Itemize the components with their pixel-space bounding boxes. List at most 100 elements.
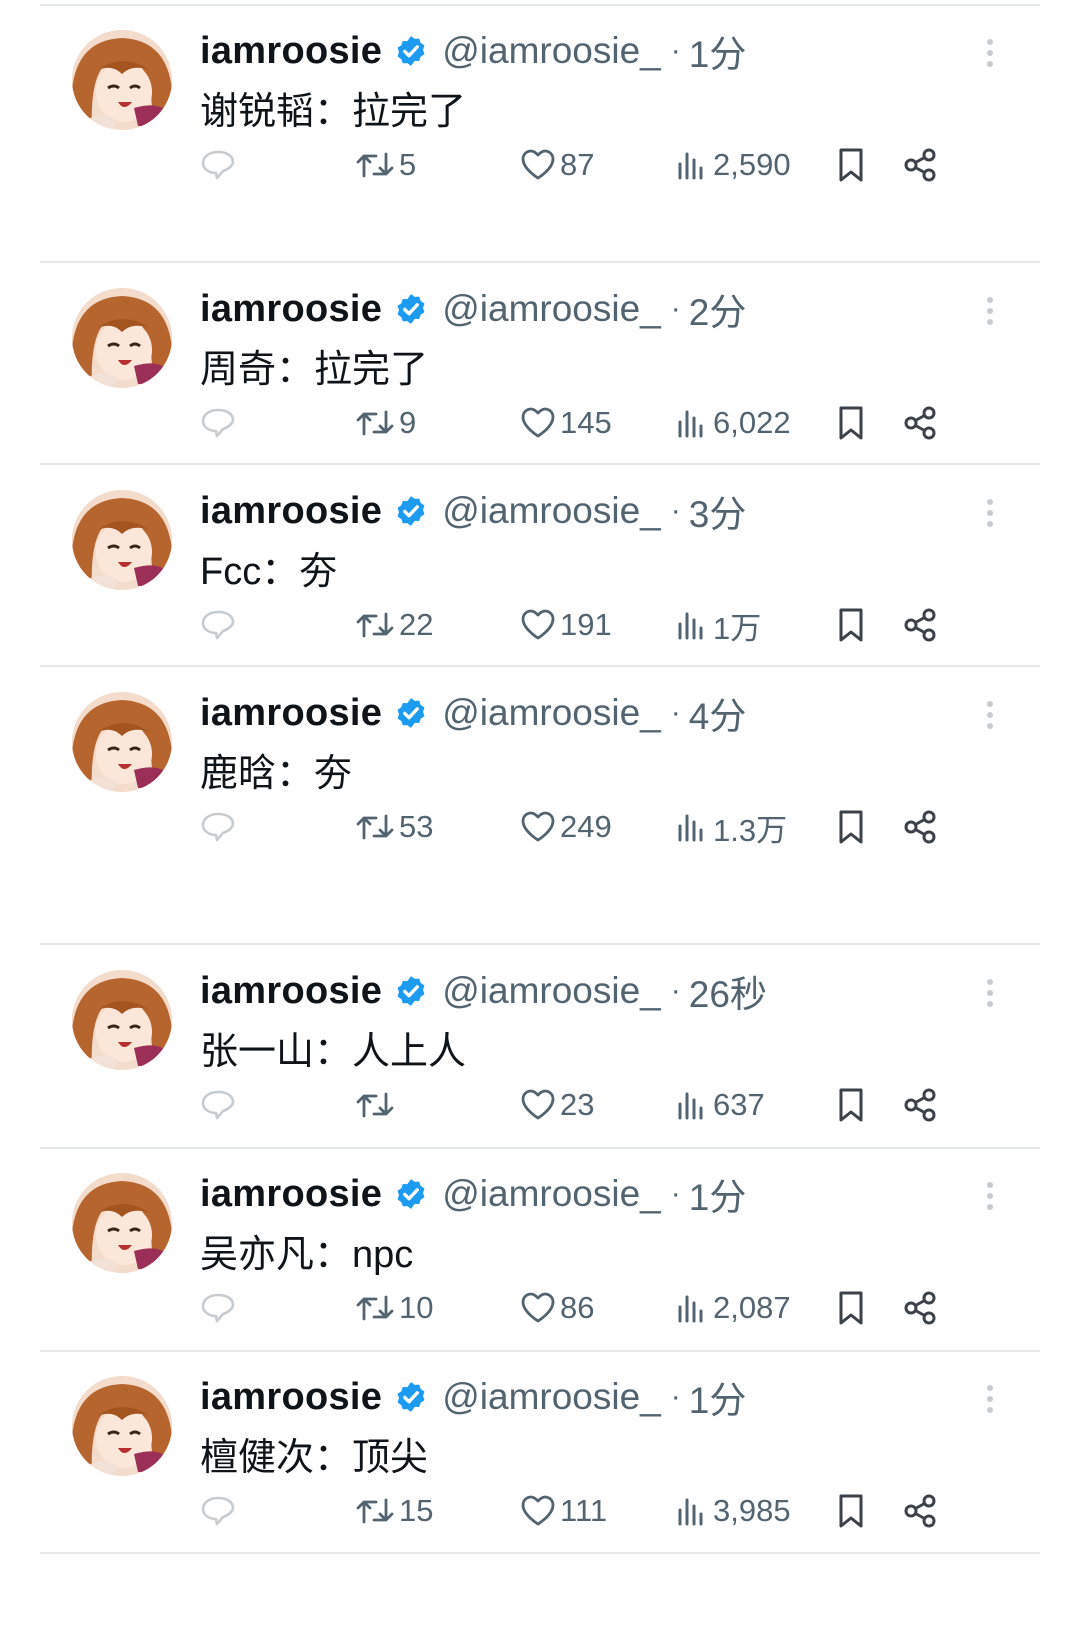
user-handle[interactable]: @iamroosie_ [442, 288, 661, 330]
tweet-text: 檀健次：顶尖 [200, 1437, 429, 1479]
timestamp[interactable]: 26秒 [689, 964, 767, 1018]
more-icon[interactable] [980, 36, 1000, 76]
more-icon[interactable] [980, 1382, 1000, 1422]
timestamp[interactable]: 1分 [689, 1370, 747, 1424]
like-button[interactable]: 23 [520, 1080, 594, 1130]
timestamp[interactable]: 4分 [689, 686, 747, 740]
avatar[interactable] [72, 970, 172, 1070]
avatar[interactable] [72, 490, 172, 590]
user-handle[interactable]: @iamroosie_ [442, 490, 661, 532]
views-button[interactable]: 3,985 [675, 1486, 791, 1536]
retweet-button[interactable]: 9 [355, 398, 416, 448]
share-button[interactable] [902, 802, 938, 852]
reply-button[interactable] [200, 398, 236, 448]
bookmark-button[interactable] [835, 1080, 867, 1130]
user-handle[interactable]: @iamroosie_ [442, 30, 661, 72]
like-button[interactable]: 111 [520, 1486, 607, 1536]
more-icon[interactable] [980, 698, 1000, 738]
retweet-icon [355, 1291, 395, 1325]
tweet-card[interactable]: iamroosie @iamroosie_ · 3分 Fcc：夯 22 191 … [60, 470, 1020, 670]
retweet-button[interactable]: 53 [355, 802, 433, 852]
views-button[interactable]: 637 [675, 1080, 765, 1130]
reply-button[interactable] [200, 1080, 236, 1130]
bookmark-button[interactable] [835, 140, 867, 190]
reply-button[interactable] [200, 802, 236, 852]
retweet-button[interactable]: 22 [355, 600, 433, 650]
share-icon [902, 1493, 938, 1529]
timestamp[interactable]: 2分 [689, 282, 747, 336]
share-button[interactable] [902, 1080, 938, 1130]
bookmark-button[interactable] [835, 398, 867, 448]
bookmark-button[interactable] [835, 802, 867, 852]
timestamp[interactable]: 3分 [689, 484, 747, 538]
like-button[interactable]: 145 [520, 398, 612, 448]
like-button[interactable]: 191 [520, 600, 612, 650]
display-name[interactable]: iamroosie [200, 490, 382, 533]
tweet-card[interactable]: iamroosie @iamroosie_ · 4分 鹿晗：夯 53 249 1… [60, 672, 1020, 872]
retweet-button[interactable]: 10 [355, 1283, 433, 1333]
display-name[interactable]: iamroosie [200, 1173, 382, 1216]
display-name[interactable]: iamroosie [200, 30, 382, 73]
like-button[interactable]: 86 [520, 1283, 594, 1333]
retweet-button[interactable] [355, 1080, 399, 1130]
share-button[interactable] [902, 1283, 938, 1333]
display-name[interactable]: iamroosie [200, 1376, 382, 1419]
more-icon[interactable] [980, 1179, 1000, 1219]
avatar[interactable] [72, 30, 172, 130]
display-name[interactable]: iamroosie [200, 692, 382, 735]
tweet-card[interactable]: iamroosie @iamroosie_ · 1分 谢锐韬：拉完了 5 87 … [60, 10, 1020, 210]
tweet-card[interactable]: iamroosie @iamroosie_ · 1分 吴亦凡：npc 10 86… [60, 1153, 1020, 1353]
bookmark-button[interactable] [835, 1486, 867, 1536]
avatar[interactable] [72, 1376, 172, 1476]
user-handle[interactable]: @iamroosie_ [442, 970, 661, 1012]
views-count: 6,022 [713, 405, 791, 440]
reply-button[interactable] [200, 600, 236, 650]
more-icon[interactable] [980, 294, 1000, 334]
like-icon [520, 148, 556, 182]
user-handle[interactable]: @iamroosie_ [442, 1376, 661, 1418]
avatar[interactable] [72, 288, 172, 388]
views-button[interactable]: 6,022 [675, 398, 791, 448]
more-icon[interactable] [980, 976, 1000, 1016]
display-name[interactable]: iamroosie [200, 970, 382, 1013]
avatar[interactable] [72, 1173, 172, 1273]
separator-dot: · [670, 974, 681, 1007]
share-button[interactable] [902, 140, 938, 190]
tweet-text: Fcc：夯 [200, 551, 338, 593]
timestamp[interactable]: 1分 [689, 24, 747, 78]
timestamp[interactable]: 1分 [689, 1167, 747, 1221]
retweet-button[interactable]: 15 [355, 1486, 433, 1536]
verified-icon [382, 974, 428, 1008]
views-button[interactable]: 2,590 [675, 140, 791, 190]
reply-button[interactable] [200, 140, 236, 190]
tweet-actions: 22 191 1万 [200, 600, 960, 650]
views-count: 1万 [713, 610, 762, 646]
retweet-button[interactable]: 5 [355, 140, 416, 190]
bookmark-button[interactable] [835, 600, 867, 650]
share-button[interactable] [902, 398, 938, 448]
share-button[interactable] [902, 600, 938, 650]
like-button[interactable]: 87 [520, 140, 594, 190]
like-icon [520, 608, 556, 642]
share-button[interactable] [902, 1486, 938, 1536]
user-handle[interactable]: @iamroosie_ [442, 1173, 661, 1215]
tweet-header: iamroosie @iamroosie_ · 4分 [200, 688, 746, 738]
more-icon[interactable] [980, 496, 1000, 536]
avatar[interactable] [72, 692, 172, 792]
like-icon [520, 1088, 556, 1122]
like-count: 191 [560, 607, 612, 642]
reply-icon [200, 608, 236, 642]
bookmark-button[interactable] [835, 1283, 867, 1333]
display-name[interactable]: iamroosie [200, 288, 382, 331]
reply-button[interactable] [200, 1486, 236, 1536]
views-button[interactable]: 1万 [675, 600, 761, 650]
tweet-card[interactable]: iamroosie @iamroosie_ · 1分 檀健次：顶尖 15 111… [60, 1356, 1020, 1556]
views-button[interactable]: 2,087 [675, 1283, 791, 1333]
user-handle[interactable]: @iamroosie_ [442, 692, 661, 734]
tweet-card[interactable]: iamroosie @iamroosie_ · 2分 周奇：拉完了 9 145 … [60, 268, 1020, 468]
like-button[interactable]: 249 [520, 802, 612, 852]
tweet-card[interactable]: iamroosie @iamroosie_ · 26秒 张一山：人上人 23 6… [60, 950, 1020, 1150]
reply-button[interactable] [200, 1283, 236, 1333]
separator-dot: · [670, 1177, 681, 1210]
views-button[interactable]: 1.3万 [675, 802, 787, 852]
